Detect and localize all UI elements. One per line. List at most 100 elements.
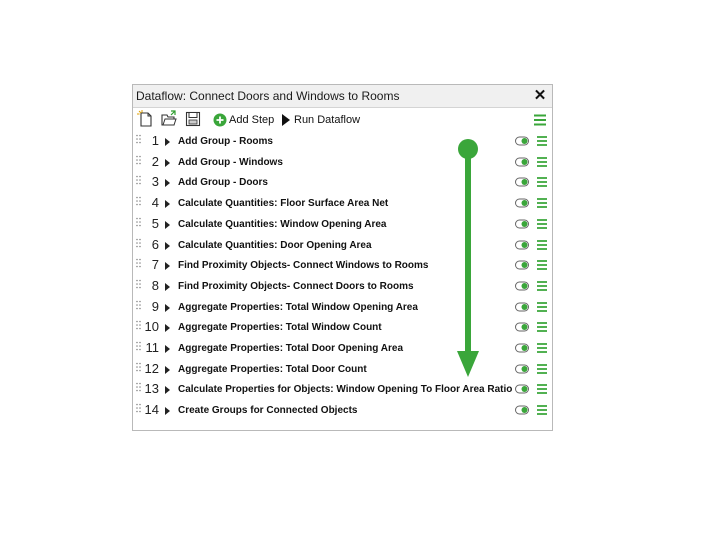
- expand-caret-icon[interactable]: [165, 200, 170, 209]
- expand-caret-icon[interactable]: [165, 303, 170, 312]
- step-label: Calculate Properties for Objects: Window…: [178, 384, 513, 396]
- expand-caret-icon[interactable]: [165, 220, 170, 229]
- toggle-switch-icon[interactable]: [515, 260, 529, 270]
- toggle-switch-icon[interactable]: [515, 364, 529, 374]
- step-label: Aggregate Properties: Total Door Count: [178, 363, 367, 375]
- expand-caret-icon[interactable]: [165, 262, 170, 271]
- toolbar: Add Step Run Dataflow: [133, 108, 552, 132]
- toggle-switch-icon[interactable]: [515, 302, 529, 312]
- drag-handle-icon[interactable]: [136, 320, 141, 330]
- step-number: 12: [144, 360, 159, 376]
- step-row[interactable]: 13 Calculate Properties for Objects: Wind…: [133, 380, 552, 400]
- step-number: 2: [151, 153, 159, 169]
- step-label: Aggregate Properties: Total Door Opening…: [178, 343, 404, 354]
- step-row[interactable]: 8 Find Proximity Objects- Connect Doors t…: [133, 277, 552, 297]
- expand-caret-icon[interactable]: [165, 324, 170, 333]
- step-number: 6: [151, 236, 159, 252]
- step-label: Calculate Quantities: Window Opening Are…: [178, 218, 387, 230]
- drag-handle-icon[interactable]: [136, 279, 141, 289]
- plus-circle-icon: [213, 113, 227, 127]
- toggle-switch-icon[interactable]: [515, 281, 529, 291]
- drag-handle-icon[interactable]: [136, 155, 141, 165]
- step-menu-icon[interactable]: [536, 363, 548, 375]
- drag-handle-icon[interactable]: [136, 258, 141, 268]
- toggle-switch-icon[interactable]: [515, 177, 529, 187]
- drag-handle-icon[interactable]: [136, 300, 141, 310]
- drag-handle-icon[interactable]: [136, 238, 141, 248]
- step-label: Find Proximity Objects- Connect Windows …: [178, 260, 429, 272]
- step-row[interactable]: 7 Find Proximity Objects- Connect Windows…: [133, 256, 552, 276]
- drag-handle-icon[interactable]: [136, 382, 141, 392]
- step-menu-icon[interactable]: [536, 135, 548, 147]
- title-bar: Dataflow: Connect Doors and Windows to R…: [133, 85, 552, 108]
- close-button[interactable]: ✕: [530, 86, 550, 106]
- add-step-button[interactable]: Add Step: [213, 112, 274, 128]
- step-menu-icon[interactable]: [536, 176, 548, 188]
- step-row[interactable]: 11 Aggregate Properties: Total Door Openi…: [133, 339, 552, 359]
- step-row[interactable]: 10 Aggregate Properties: Total Window Cou…: [133, 318, 552, 338]
- toggle-switch-icon[interactable]: [515, 157, 529, 167]
- drag-handle-icon[interactable]: [136, 362, 141, 372]
- step-menu-icon[interactable]: [536, 342, 548, 354]
- step-menu-icon[interactable]: [536, 259, 548, 271]
- step-row[interactable]: 1 Add Group - Rooms: [133, 132, 552, 152]
- step-number: 7: [151, 257, 159, 273]
- step-row[interactable]: 3 Add Group - Doors: [133, 173, 552, 193]
- expand-caret-icon[interactable]: [165, 158, 170, 167]
- step-label: Calculate Quantities: Floor Surface Area…: [178, 198, 389, 210]
- toggle-switch-icon[interactable]: [515, 198, 529, 208]
- drag-handle-icon[interactable]: [136, 196, 141, 206]
- step-menu-icon[interactable]: [536, 280, 548, 292]
- dataflow-panel: Dataflow: Connect Doors and Windows to R…: [132, 84, 553, 431]
- step-row[interactable]: 5 Calculate Quantities: Window Opening Ar…: [133, 215, 552, 235]
- step-row[interactable]: 4 Calculate Quantities: Floor Surface Are…: [133, 194, 552, 214]
- expand-caret-icon[interactable]: [165, 407, 170, 416]
- step-number: 1: [151, 133, 159, 148]
- drag-handle-icon[interactable]: [136, 134, 141, 144]
- expand-caret-icon[interactable]: [165, 138, 170, 146]
- step-menu-icon[interactable]: [536, 321, 548, 333]
- expand-caret-icon[interactable]: [165, 386, 170, 395]
- drag-handle-icon[interactable]: [136, 217, 141, 227]
- step-row[interactable]: 14 Create Groups for Connected Objects: [133, 401, 552, 421]
- run-dataflow-button[interactable]: Run Dataflow: [281, 112, 360, 128]
- drag-handle-icon[interactable]: [136, 403, 141, 413]
- step-menu-icon[interactable]: [536, 239, 548, 251]
- step-row[interactable]: 2 Add Group - Windows: [133, 153, 552, 173]
- step-label: Create Groups for Connected Objects: [178, 405, 358, 417]
- expand-caret-icon[interactable]: [165, 365, 170, 374]
- run-dataflow-label: Run Dataflow: [294, 114, 361, 126]
- step-menu-icon[interactable]: [536, 301, 548, 313]
- step-menu-icon[interactable]: [536, 197, 548, 209]
- step-menu-icon[interactable]: [536, 156, 548, 168]
- expand-caret-icon[interactable]: [165, 345, 170, 353]
- toolbar-menu-icon[interactable]: [533, 113, 547, 127]
- step-menu-icon[interactable]: [536, 218, 548, 230]
- step-menu-icon[interactable]: [536, 383, 548, 395]
- step-number: 5: [151, 215, 159, 231]
- drag-handle-icon[interactable]: [136, 175, 141, 185]
- play-icon: [282, 114, 290, 126]
- expand-caret-icon[interactable]: [165, 241, 170, 250]
- toggle-switch-icon[interactable]: [515, 219, 529, 229]
- save-icon[interactable]: [184, 110, 202, 128]
- step-row[interactable]: 9 Aggregate Properties: Total Window Open…: [133, 298, 552, 318]
- expand-caret-icon[interactable]: [165, 282, 170, 291]
- step-row[interactable]: 12 Aggregate Properties: Total Door Count: [133, 360, 552, 380]
- new-document-icon[interactable]: [137, 110, 155, 128]
- flow-direction-arrow-icon: [457, 139, 479, 377]
- toggle-switch-icon[interactable]: [515, 136, 529, 146]
- step-label: Aggregate Properties: Total Window Openi…: [178, 301, 418, 313]
- step-label: Add Group - Rooms: [178, 136, 273, 147]
- toggle-switch-icon[interactable]: [515, 240, 529, 250]
- step-label: Add Group - Doors: [178, 177, 268, 189]
- step-row[interactable]: 6 Calculate Quantities: Door Opening Area: [133, 236, 552, 256]
- open-folder-icon[interactable]: [160, 110, 178, 128]
- toggle-switch-icon[interactable]: [515, 405, 529, 415]
- toggle-switch-icon[interactable]: [515, 343, 529, 353]
- toggle-switch-icon[interactable]: [515, 384, 529, 394]
- toggle-switch-icon[interactable]: [515, 322, 529, 332]
- drag-handle-icon[interactable]: [136, 341, 141, 351]
- expand-caret-icon[interactable]: [165, 179, 170, 188]
- step-menu-icon[interactable]: [536, 404, 548, 416]
